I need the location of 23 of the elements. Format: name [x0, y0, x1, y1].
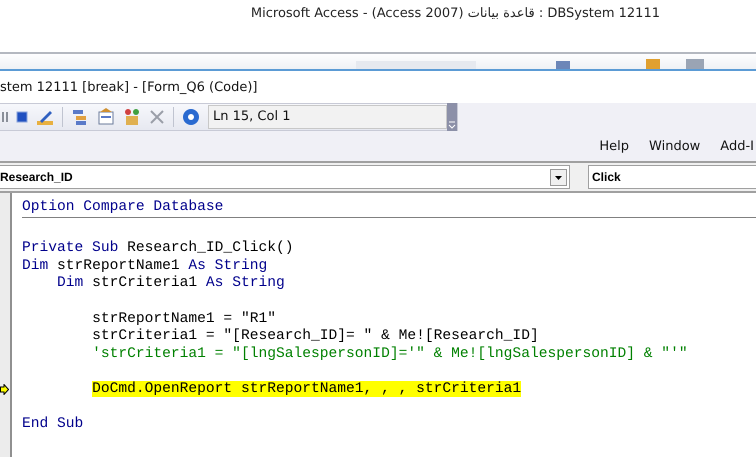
object-browser-icon[interactable] — [123, 108, 141, 126]
code-line: 'strCriteria1 = "[lngSalespersonID]='" & Me![lngSalespersonID] & "'" — [92, 346, 688, 362]
code-line: End Sub — [22, 416, 84, 432]
properties-icon[interactable] — [97, 108, 115, 126]
app-title: Microsoft Access - (Access 2007) قاعدة بيانات : DBSystem 12111 — [250, 6, 660, 23]
stop-icon[interactable] — [16, 111, 28, 123]
pause-icon[interactable] — [2, 111, 8, 123]
menu-item[interactable]: Window — [649, 138, 700, 154]
code-line: Private Sub Research_ID_Click() — [22, 240, 294, 256]
window-title: stem 12111 [break] - [Form_Q6 (Code)] — [0, 80, 258, 94]
menu-item[interactable]: Add-I — [720, 138, 754, 154]
code-line: Dim strCriteria1 As String — [57, 275, 285, 292]
design-mode-icon[interactable] — [36, 108, 54, 126]
code-line: strReportName1 = "R1" — [92, 310, 276, 327]
code-line: strCriteria1 = "[Research_ID]= " & Me![Research_ID] — [92, 328, 539, 344]
project-explorer-icon[interactable] — [71, 108, 89, 126]
code-line: Option Compare Database — [22, 199, 224, 215]
procedure-dropdown[interactable]: Click — [588, 165, 756, 189]
menu-item[interactable]: Help — [599, 138, 630, 154]
object-dropdown[interactable]: Research_ID — [0, 165, 570, 189]
code-line: Dim strReportName1 As String — [22, 258, 268, 274]
toolbar-options-icon[interactable] — [447, 103, 457, 131]
cursor-position-box: Ln 15, Col 1 — [208, 105, 447, 129]
